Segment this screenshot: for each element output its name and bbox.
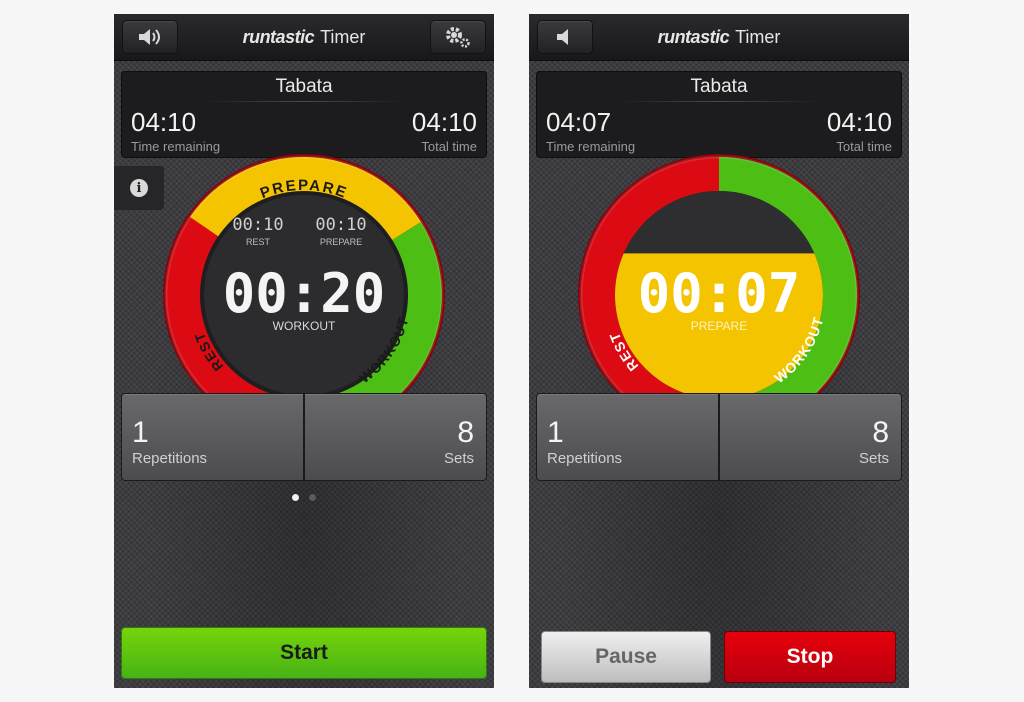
time-remaining-value: 04:07 [546, 107, 612, 137]
settings-button[interactable] [430, 20, 486, 54]
repetitions-label: Repetitions [547, 450, 623, 467]
timer-screen-running: runtastic Timer Tabata 04:07 Time remaini… [529, 14, 909, 688]
repetitions-value: 1 [547, 416, 564, 449]
sets-value: 8 [872, 416, 889, 449]
sets-tile[interactable]: 8 Sets [719, 393, 902, 481]
workout-summary-panel: Tabata 04:07 Time remaining 04:10 Total … [536, 71, 902, 158]
total-time-value: 04:10 [826, 107, 892, 137]
prepare-duration-label: PREPARE [320, 237, 362, 247]
repetitions-tile[interactable]: 1 Repetitions [121, 393, 304, 481]
app-title: runtastic Timer [529, 27, 909, 48]
page-indicator [114, 488, 494, 506]
info-button[interactable]: i [114, 166, 164, 210]
app-header: runtastic Timer [529, 14, 909, 61]
main-timer-label: WORKOUT [273, 319, 336, 333]
app-title-text: Timer [735, 27, 781, 47]
workout-name: Tabata [690, 76, 748, 97]
main-timer: 00:07 [638, 262, 801, 325]
prepare-duration: 00:10 [315, 215, 366, 235]
workout-summary-panel: Tabata 04:10 Time remaining 04:10 Total … [121, 71, 487, 158]
page-dot-2[interactable] [309, 494, 316, 501]
panel-divider [201, 101, 407, 102]
page-dot-1[interactable] [292, 494, 299, 501]
gears-icon [446, 27, 470, 48]
sets-value: 8 [457, 416, 474, 449]
repetitions-value: 1 [132, 416, 149, 449]
time-remaining-value: 04:10 [131, 107, 197, 137]
main-timer-label: PREPARE [691, 319, 747, 333]
stats-tiles: 1 Repetitions 8 Sets [121, 393, 487, 481]
timer-screen-idle: runtastic Timer Tabata 04:10 Time remaini… [114, 14, 494, 688]
rest-duration-label: REST [246, 237, 271, 247]
stats-tiles: 1 Repetitions 8 Sets [536, 393, 902, 481]
total-time-value: 04:10 [411, 107, 477, 137]
workout-name: Tabata [275, 76, 333, 97]
brand-logo: runtastic [657, 27, 730, 47]
start-button[interactable]: Start [121, 627, 487, 679]
brand-logo: runtastic [242, 27, 315, 47]
rest-duration: 00:10 [232, 215, 283, 235]
app-title-text: Timer [320, 27, 366, 47]
app-header: runtastic Timer [114, 14, 494, 61]
repetitions-tile[interactable]: 1 Repetitions [536, 393, 719, 481]
main-timer: 00:20 [223, 262, 386, 325]
repetitions-label: Repetitions [132, 450, 208, 467]
sets-tile[interactable]: 8 Sets [304, 393, 487, 481]
info-icon: i [130, 179, 148, 197]
pause-button[interactable]: Pause [541, 631, 711, 683]
sets-label: Sets [858, 450, 889, 467]
panel-divider [616, 101, 822, 102]
sets-label: Sets [443, 450, 474, 467]
stop-button[interactable]: Stop [724, 631, 896, 683]
